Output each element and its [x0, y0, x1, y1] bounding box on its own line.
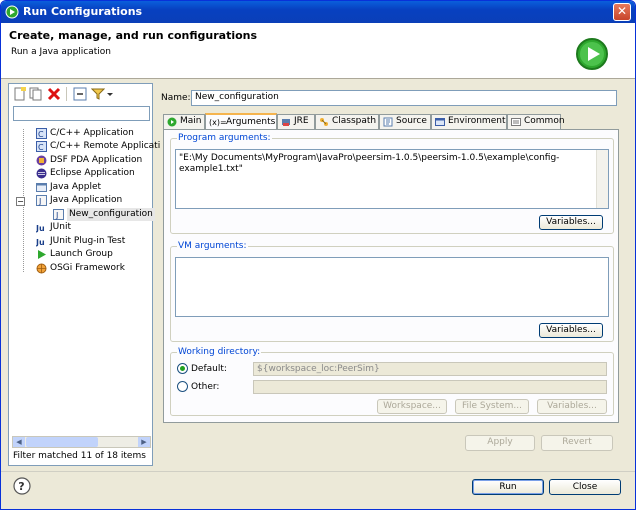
filter-input[interactable]	[13, 106, 150, 121]
duplicate-config-icon[interactable]	[29, 87, 43, 101]
vm-arguments-label: VM arguments:	[177, 241, 248, 251]
svg-text:C: C	[38, 130, 44, 139]
other-directory-label: Other:	[191, 382, 220, 392]
collapse-all-icon[interactable]	[73, 87, 87, 101]
common-tab-icon	[511, 118, 521, 126]
header-title: Create, manage, and run configurations	[9, 29, 258, 42]
classpath-tab-icon	[320, 118, 328, 126]
program-arguments-group: Program arguments: "E:\My Documents\MyPr…	[170, 133, 614, 234]
run-button[interactable]: Run	[472, 479, 544, 495]
program-arguments-line-1: "E:\My Documents\MyProgram\JavaPro\peers…	[179, 153, 560, 163]
toolbar-divider	[66, 87, 67, 101]
working-directory-group: Working directory: Default: ${workspace_…	[170, 347, 614, 416]
tab-bar: Main (x)= Arguments JRE Classpath Source…	[163, 113, 623, 130]
filter-menu-chevron-icon[interactable]	[106, 87, 114, 101]
osgi-icon	[36, 263, 47, 274]
working-directory-variables-button[interactable]: Variables...	[537, 399, 607, 414]
launch-group-icon	[38, 250, 46, 259]
window-title: Run Configurations	[23, 5, 143, 18]
tab-main[interactable]: Main	[163, 114, 205, 129]
filter-status: Filter matched 11 of 18 items	[13, 451, 146, 461]
program-arguments-variables-button[interactable]: Variables...	[539, 215, 603, 230]
configuration-tree-panel: − C C/C++ Application C C/C++ Remote App…	[8, 83, 160, 466]
help-icon[interactable]: ?	[13, 477, 31, 495]
junit-plugin-icon: Ju	[36, 238, 45, 247]
vm-arguments-variables-button[interactable]: Variables...	[539, 323, 603, 338]
working-directory-label: Working directory:	[177, 347, 262, 357]
revert-button[interactable]: Revert	[541, 435, 613, 451]
configuration-editor: Name: New_configuration Main (x)= Argume…	[157, 83, 623, 466]
svg-text:Ju: Ju	[36, 224, 45, 233]
apply-button[interactable]: Apply	[465, 435, 535, 451]
junit-icon: Ju	[36, 224, 45, 233]
tab-common[interactable]: Common	[507, 114, 565, 129]
header-subtitle: Run a Java application	[11, 47, 112, 57]
dsf-icon	[36, 155, 47, 166]
tree-toolbar	[11, 85, 151, 103]
workspace-button[interactable]: Workspace...	[377, 399, 447, 414]
svg-text:?: ?	[18, 480, 24, 493]
filter-configs-icon[interactable]	[91, 87, 105, 101]
jre-tab-icon	[282, 119, 290, 126]
new-launch-config-icon[interactable]	[13, 87, 27, 101]
java-config-icon: J	[53, 209, 64, 220]
environment-tab-icon	[435, 118, 445, 126]
title-bar[interactable]: Run Configurations ✕	[1, 1, 635, 23]
run-configurations-dialog: Run Configurations ✕ Create, manage, and…	[0, 0, 636, 510]
source-tab-icon	[383, 117, 393, 127]
run-window-icon	[5, 5, 19, 19]
tab-environment[interactable]: Environment	[431, 114, 507, 129]
run-banner-icon	[576, 38, 608, 70]
dialog-header: Create, manage, and run configurations R…	[1, 23, 635, 79]
default-directory-radio[interactable]	[177, 363, 188, 374]
tab-classpath[interactable]: Classpath	[315, 114, 379, 129]
eclipse-icon	[36, 168, 47, 179]
arguments-tab-icon: (x)=	[209, 118, 227, 127]
main-tab-icon	[167, 117, 177, 127]
svg-text:C: C	[38, 143, 44, 152]
program-arguments-label: Program arguments:	[177, 133, 272, 143]
java-application-collapse-toggle[interactable]: −	[16, 197, 25, 206]
other-directory-input[interactable]	[253, 380, 607, 394]
tab-jre[interactable]: JRE	[277, 114, 315, 129]
default-directory-label: Default:	[191, 364, 227, 374]
program-arguments-scrollbar[interactable]	[596, 150, 608, 208]
file-system-button[interactable]: File System...	[455, 399, 529, 414]
other-directory-radio[interactable]	[177, 381, 188, 392]
footer-divider	[1, 471, 635, 472]
scroll-right-arrow-icon[interactable]: ▶	[138, 437, 150, 447]
arguments-tab-panel: Program arguments: "E:\My Documents\MyPr…	[163, 129, 619, 423]
configuration-name-input[interactable]: New_configuration	[191, 90, 617, 106]
applet-icon	[36, 183, 47, 192]
program-arguments-textarea[interactable]: "E:\My Documents\MyProgram\JavaPro\peers…	[175, 149, 609, 209]
delete-config-icon[interactable]	[47, 87, 61, 101]
tree-horizontal-scrollbar[interactable]: ◀ ▶	[12, 436, 151, 448]
scroll-left-arrow-icon[interactable]: ◀	[13, 437, 25, 447]
c-app-icon: C	[36, 128, 47, 139]
svg-text:J: J	[38, 197, 41, 206]
name-label: Name:	[161, 93, 191, 103]
tab-source[interactable]: Source	[379, 114, 431, 129]
program-arguments-line-2: example1.txt"	[179, 164, 243, 174]
java-app-icon: J	[36, 195, 47, 206]
c-app-icon: C	[36, 141, 47, 152]
svg-text:J: J	[55, 211, 58, 220]
close-button[interactable]: Close	[549, 479, 621, 495]
vm-arguments-group: VM arguments: Variables...	[170, 241, 614, 342]
svg-text:Ju: Ju	[36, 238, 45, 247]
default-directory-input: ${workspace_loc:PeerSim}	[253, 362, 607, 376]
window-close-button[interactable]: ✕	[613, 3, 631, 21]
scroll-thumb[interactable]	[26, 437, 98, 447]
tab-arguments[interactable]: (x)= Arguments	[205, 113, 277, 130]
vm-arguments-textarea[interactable]	[175, 257, 609, 317]
